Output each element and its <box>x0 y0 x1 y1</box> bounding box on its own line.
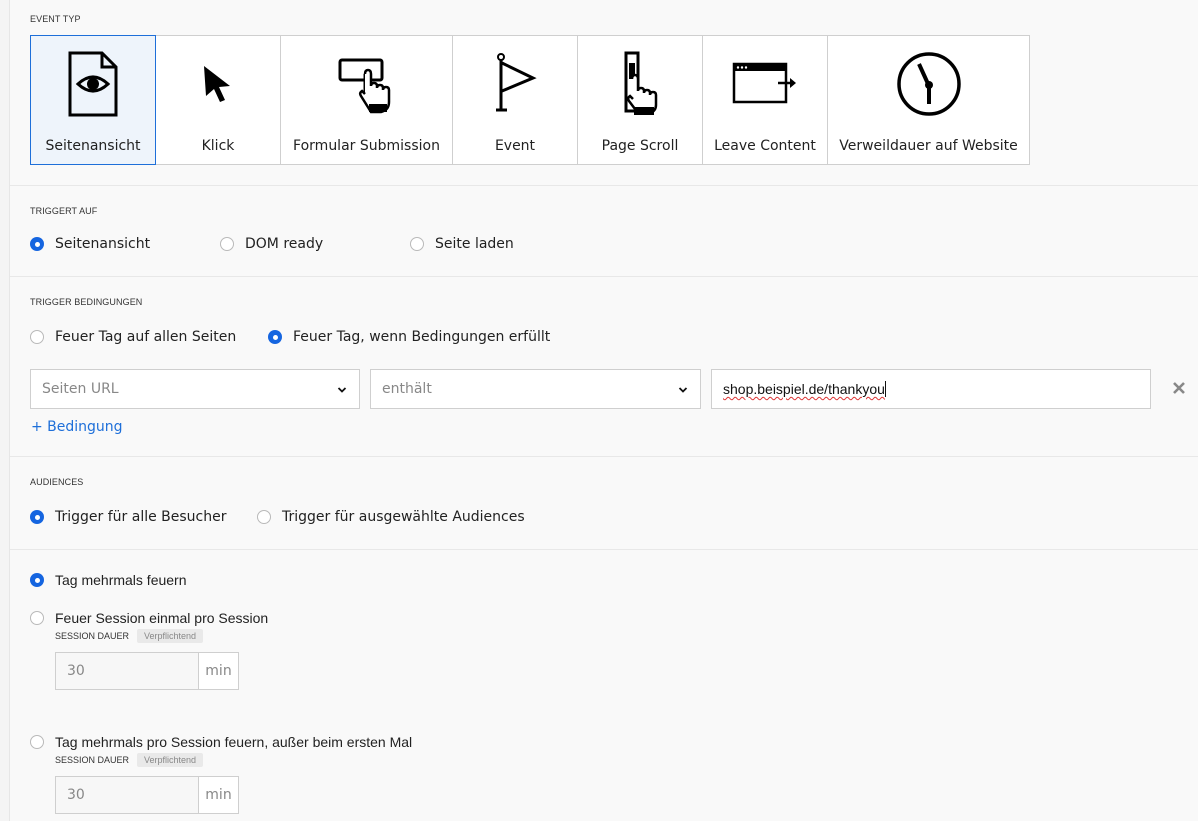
radio-ausgewaehlte-audiences[interactable]: Trigger für ausgewählte Audiences <box>257 509 525 525</box>
divider <box>10 276 1198 277</box>
divider <box>10 185 1198 186</box>
radio-dot <box>268 330 282 344</box>
radio-dom-ready[interactable]: DOM ready <box>220 236 323 252</box>
session-duration-input[interactable] <box>55 776 199 814</box>
flag-icon <box>480 48 550 120</box>
tile-leave-content[interactable]: Leave Content <box>702 35 828 165</box>
tile-verweildauer[interactable]: Verweildauer auf Website <box>827 35 1030 165</box>
required-badge: Verpflichtend <box>137 753 204 767</box>
radio-label: Feuer Tag, wenn Bedingungen erfüllt <box>293 329 551 345</box>
section-label-audiences: AUDIENCES <box>30 477 84 487</box>
session-duration-field: min <box>55 652 239 690</box>
tile-label: Verweildauer auf Website <box>839 138 1018 154</box>
radio-einmal-pro-session[interactable]: Feuer Session einmal pro Session <box>30 610 268 626</box>
document-eye-icon <box>58 48 128 120</box>
condition-field-select[interactable]: Seiten URL <box>30 369 360 409</box>
tile-seitenansicht[interactable]: Seitenansicht <box>30 35 156 165</box>
divider <box>10 456 1198 457</box>
scroll-hand-icon <box>605 48 675 120</box>
required-badge: Verpflichtend <box>137 629 204 643</box>
radio-dot <box>220 237 234 251</box>
tile-label: Formular Submission <box>293 138 440 154</box>
tile-formular-submission[interactable]: Formular Submission <box>280 35 453 165</box>
radio-dot <box>410 237 424 251</box>
section-label-trigger-bedingungen: TRIGGER BEDINGUNGEN <box>30 297 143 307</box>
tile-label: Seitenansicht <box>45 138 141 154</box>
tile-label: Event <box>494 138 536 154</box>
radio-label: Tag mehrmals feuern <box>55 572 187 588</box>
tile-event[interactable]: Event <box>452 35 578 165</box>
select-value: Seiten URL <box>42 381 119 397</box>
divider <box>10 549 1198 550</box>
sub-label-text: SESSION DAUER <box>55 755 130 765</box>
radio-dot <box>30 735 44 749</box>
radio-bedingungen-erfuellt[interactable]: Feuer Tag, wenn Bedingungen erfüllt <box>268 329 550 345</box>
radio-label: DOM ready <box>245 236 324 252</box>
chevron-down-icon <box>678 387 688 393</box>
radio-label: Feuer Session einmal pro Session <box>55 610 269 626</box>
radio-dot <box>30 330 44 344</box>
condition-value-input[interactable]: shop.beispiel.de/thankyou <box>711 369 1151 409</box>
radio-alle-besucher[interactable]: Trigger für alle Besucher <box>30 509 227 525</box>
radio-ausser-erstes-mal[interactable]: Tag mehrmals pro Session feuern, außer b… <box>30 734 412 750</box>
session-duration-field: min <box>55 776 239 814</box>
radio-label: Trigger für ausgewählte Audiences <box>282 509 525 525</box>
radio-dot <box>257 510 271 524</box>
sub-label-text: SESSION DAUER <box>55 631 130 641</box>
radio-label: Seite laden <box>435 236 514 252</box>
radio-dot <box>30 611 44 625</box>
add-condition-link[interactable]: + Bedingung <box>31 419 123 435</box>
radio-label: Tag mehrmals pro Session feuern, außer b… <box>55 734 413 750</box>
radio-dot <box>30 237 44 251</box>
tile-label: Page Scroll <box>601 138 679 154</box>
tile-label: Leave Content <box>714 138 816 154</box>
radio-seite-laden[interactable]: Seite laden <box>410 236 514 252</box>
session-dauer-label: SESSION DAUER Verpflichtend <box>55 753 204 767</box>
select-value: enthält <box>382 381 432 397</box>
tile-page-scroll[interactable]: Page Scroll <box>577 35 703 165</box>
radio-label: Seitenansicht <box>55 236 151 252</box>
section-label-triggert-auf: TRIGGERT AUF <box>30 206 98 216</box>
tile-klick[interactable]: Klick <box>155 35 281 165</box>
input-value: shop.beispiel.de/thankyou <box>723 381 885 397</box>
section-label-event-typ: EVENT TYP <box>30 14 81 24</box>
form-submit-hand-icon <box>332 48 402 120</box>
unit-label: min <box>199 776 239 814</box>
left-panel-edge <box>0 0 10 821</box>
window-exit-icon <box>730 48 800 120</box>
unit-label: min <box>199 652 239 690</box>
radio-alle-seiten[interactable]: Feuer Tag auf allen Seiten <box>30 329 236 345</box>
radio-label: Trigger für alle Besucher <box>55 509 227 525</box>
clock-icon <box>894 48 964 120</box>
text-caret <box>884 381 886 397</box>
close-icon[interactable] <box>1172 381 1186 395</box>
radio-seitenansicht[interactable]: Seitenansicht <box>30 236 150 252</box>
radio-label: Feuer Tag auf allen Seiten <box>55 329 237 345</box>
session-dauer-label: SESSION DAUER Verpflichtend <box>55 629 204 643</box>
chevron-down-icon <box>337 387 347 393</box>
radio-dot <box>30 573 44 587</box>
radio-dot <box>30 510 44 524</box>
session-duration-input[interactable] <box>55 652 199 690</box>
event-type-tiles: Seitenansicht Klick Formular Submission <box>30 35 1030 165</box>
cursor-arrow-icon <box>183 48 253 120</box>
radio-tag-mehrmals-feuern[interactable]: Tag mehrmals feuern <box>30 572 187 588</box>
condition-operator-select[interactable]: enthält <box>370 369 701 409</box>
tile-label: Klick <box>201 138 235 154</box>
